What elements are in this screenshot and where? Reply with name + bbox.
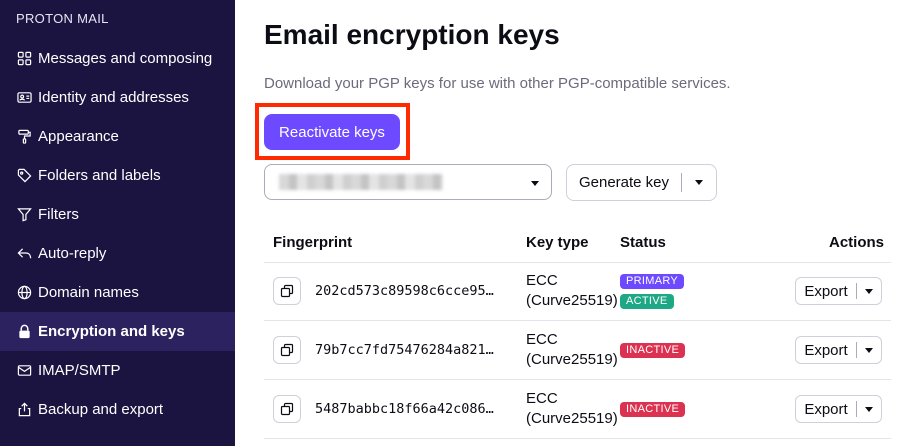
- settings-sidebar: PROTON MAIL Messages and composing Ident…: [0, 0, 235, 446]
- chevron-down-icon: [531, 181, 539, 186]
- key-type-value: ECC (Curve25519): [526, 389, 618, 429]
- copy-fingerprint-button[interactable]: [273, 336, 301, 364]
- filter-icon: [16, 207, 32, 223]
- key-type-algo: ECC: [526, 331, 558, 348]
- divider: [264, 320, 891, 321]
- header-key-type: Key type: [526, 234, 589, 251]
- export-icon: [16, 402, 32, 418]
- copy-icon: [280, 284, 294, 298]
- fingerprint-value: 79b7cc7fd75476284a821…: [315, 342, 494, 358]
- page-title: Email encryption keys: [264, 19, 560, 50]
- export-dropdown-button[interactable]: [857, 337, 881, 363]
- reply-icon: [16, 246, 32, 262]
- address-select[interactable]: [264, 164, 552, 200]
- status-badge-inactive: INACTIVE: [620, 343, 686, 358]
- id-card-icon: [16, 90, 32, 106]
- envelope-icon: [16, 363, 32, 379]
- status-badge-active: ACTIVE: [620, 294, 674, 309]
- generate-key-dropdown-button[interactable]: [682, 165, 716, 200]
- sidebar-item-encryption-and-keys[interactable]: Encryption and keys: [0, 312, 235, 351]
- sidebar-item-identity-and-addresses[interactable]: Identity and addresses: [0, 78, 235, 117]
- copy-icon: [280, 402, 294, 416]
- key-type-value: ECC (Curve25519): [526, 271, 618, 311]
- paint-roller-icon: [16, 129, 32, 145]
- key-type-value: ECC (Curve25519): [526, 330, 618, 370]
- export-split-button: Export: [795, 336, 882, 364]
- key-type-algo: ECC: [526, 390, 558, 407]
- export-button[interactable]: Export: [796, 396, 856, 422]
- chevron-down-icon: [865, 407, 873, 412]
- status-badge-primary: PRIMARY: [620, 274, 685, 289]
- status-badge-inactive: INACTIVE: [620, 402, 686, 417]
- key-type-curve: (Curve25519): [526, 292, 618, 309]
- sidebar-heading: PROTON MAIL: [16, 11, 109, 26]
- redacted-address: [279, 174, 443, 190]
- tag-icon: [16, 168, 32, 184]
- sidebar-item-label: Auto-reply: [38, 245, 107, 262]
- generate-key-button[interactable]: Generate key: [567, 165, 681, 200]
- divider: [264, 379, 891, 380]
- globe-icon: [16, 285, 32, 301]
- sidebar-item-imap-smtp[interactable]: IMAP/SMTP: [0, 351, 235, 390]
- sidebar-item-label: IMAP/SMTP: [38, 362, 121, 379]
- export-button[interactable]: Export: [796, 278, 856, 304]
- key-type-curve: (Curve25519): [526, 410, 618, 427]
- page-description: Download your PGP keys for use with othe…: [264, 75, 731, 92]
- fingerprint-value: 202cd573c89598c6cce95…: [315, 283, 494, 299]
- reactivate-keys-button[interactable]: Reactivate keys: [264, 114, 400, 150]
- copy-fingerprint-button[interactable]: [273, 277, 301, 305]
- sidebar-item-label: Messages and composing: [38, 50, 213, 67]
- chevron-down-icon: [865, 289, 873, 294]
- copy-icon: [280, 343, 294, 357]
- chevron-down-icon: [695, 180, 703, 185]
- sidebar-item-label: Appearance: [38, 128, 119, 145]
- grid-icon: [16, 51, 32, 67]
- chevron-down-icon: [865, 348, 873, 353]
- sidebar-item-domain-names[interactable]: Domain names: [0, 273, 235, 312]
- sidebar-item-appearance[interactable]: Appearance: [0, 117, 235, 156]
- header-fingerprint: Fingerprint: [273, 234, 353, 251]
- sidebar-item-label: Filters: [38, 206, 79, 223]
- export-dropdown-button[interactable]: [857, 278, 881, 304]
- divider: [264, 438, 891, 439]
- main-content: Email encryption keys Download your PGP …: [235, 0, 919, 446]
- fingerprint-value: 5487babbc18f66a42c086…: [315, 401, 494, 417]
- header-actions: Actions: [829, 234, 885, 251]
- sidebar-item-label: Encryption and keys: [38, 323, 185, 340]
- key-type-algo: ECC: [526, 272, 558, 289]
- export-split-button: Export: [795, 277, 882, 305]
- sidebar-item-folders-and-labels[interactable]: Folders and labels: [0, 156, 235, 195]
- header-status: Status: [620, 234, 666, 251]
- export-split-button: Export: [795, 395, 882, 423]
- sidebar-item-backup-and-export[interactable]: Backup and export: [0, 390, 235, 429]
- copy-fingerprint-button[interactable]: [273, 395, 301, 423]
- generate-key-split-button: Generate key: [566, 164, 717, 201]
- sidebar-item-filters[interactable]: Filters: [0, 195, 235, 234]
- sidebar-item-auto-reply[interactable]: Auto-reply: [0, 234, 235, 273]
- sidebar-item-label: Backup and export: [38, 401, 164, 418]
- sidebar-item-label: Identity and addresses: [38, 89, 189, 106]
- key-type-curve: (Curve25519): [526, 351, 618, 368]
- lock-icon: [16, 324, 32, 340]
- sidebar-item-messages-and-composing[interactable]: Messages and composing: [0, 39, 235, 78]
- sidebar-item-label: Folders and labels: [38, 167, 161, 184]
- export-dropdown-button[interactable]: [857, 396, 881, 422]
- sidebar-item-label: Domain names: [38, 284, 139, 301]
- divider: [264, 262, 891, 263]
- export-button[interactable]: Export: [796, 337, 856, 363]
